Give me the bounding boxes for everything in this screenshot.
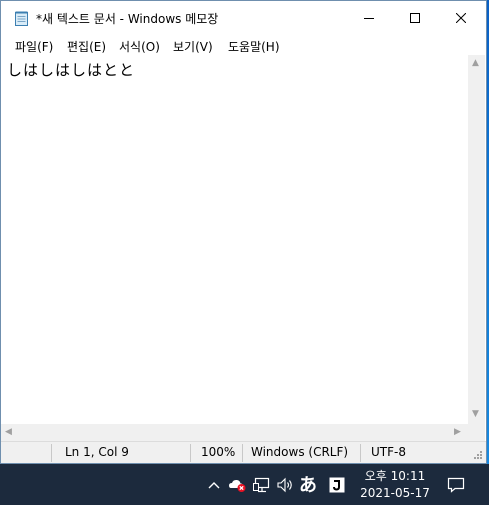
scroll-up-arrow-icon[interactable]: ▲ xyxy=(472,59,479,68)
resize-grip-icon[interactable] xyxy=(472,450,482,464)
scroll-right-arrow-icon[interactable]: ▶ xyxy=(454,428,461,437)
menu-view[interactable]: 보기(V) xyxy=(173,38,213,55)
system-clock[interactable]: 오후 10:11 2021-05-17 xyxy=(356,468,434,502)
onedrive-error-icon[interactable] xyxy=(228,476,248,494)
taskbar: あ 오후 10:11 2021-05-17 xyxy=(0,464,489,505)
minimize-button[interactable] xyxy=(346,1,392,35)
menu-format[interactable]: 서식(O) xyxy=(119,38,160,55)
network-icon[interactable] xyxy=(252,476,272,494)
notepad-window: *새 텍스트 문서 - Windows 메모장 파일(F) 편집(E) 서식(O… xyxy=(0,0,487,464)
ime-language-button[interactable]: あ xyxy=(297,473,319,496)
ime-mode-icon[interactable] xyxy=(327,475,347,495)
text-editor-area[interactable]: しはしはしはとと xyxy=(1,55,468,424)
minimize-icon xyxy=(364,18,374,19)
notification-center-button[interactable] xyxy=(446,475,466,495)
window-title: *새 텍스트 문서 - Windows 메모장 xyxy=(36,12,219,26)
editor-text[interactable]: しはしはしはとと xyxy=(7,59,135,80)
scroll-down-arrow-icon[interactable]: ▼ xyxy=(472,410,479,419)
menu-edit[interactable]: 편집(E) xyxy=(67,38,106,55)
status-separator xyxy=(242,444,243,462)
status-separator xyxy=(360,444,361,462)
menu-file[interactable]: 파일(F) xyxy=(15,38,53,55)
maximize-button[interactable] xyxy=(392,1,438,35)
encoding: UTF-8 xyxy=(371,445,406,459)
menu-bar: 파일(F) 편집(E) 서식(O) 보기(V) 도움말(H) xyxy=(1,35,486,55)
status-separator xyxy=(51,444,52,462)
scroll-left-arrow-icon[interactable]: ◀ xyxy=(5,428,12,437)
clock-date: 2021-05-17 xyxy=(360,486,430,500)
close-button[interactable] xyxy=(438,1,484,35)
status-separator xyxy=(190,444,191,462)
close-icon xyxy=(456,13,466,23)
line-ending: Windows (CRLF) xyxy=(251,445,349,459)
chevron-up-icon xyxy=(208,482,220,489)
status-bar: Ln 1, Col 9 100% Windows (CRLF) UTF-8 xyxy=(1,441,486,463)
horizontal-scrollbar[interactable]: ◀ ▶ xyxy=(1,424,468,441)
menu-help[interactable]: 도움말(H) xyxy=(228,38,280,55)
clock-time: 오후 10:11 xyxy=(364,469,426,483)
title-bar[interactable]: *새 텍스트 문서 - Windows 메모장 xyxy=(1,1,486,35)
notepad-app-icon[interactable] xyxy=(15,11,28,26)
vertical-scrollbar[interactable]: ▲ ▼ xyxy=(468,55,485,424)
notification-icon xyxy=(447,477,465,493)
zoom-level: 100% xyxy=(201,445,236,459)
maximize-icon xyxy=(410,13,420,23)
cursor-position: Ln 1, Col 9 xyxy=(65,445,129,459)
volume-icon[interactable] xyxy=(275,476,295,494)
show-hidden-icons-button[interactable] xyxy=(204,476,224,494)
scrollbar-corner xyxy=(468,424,485,441)
